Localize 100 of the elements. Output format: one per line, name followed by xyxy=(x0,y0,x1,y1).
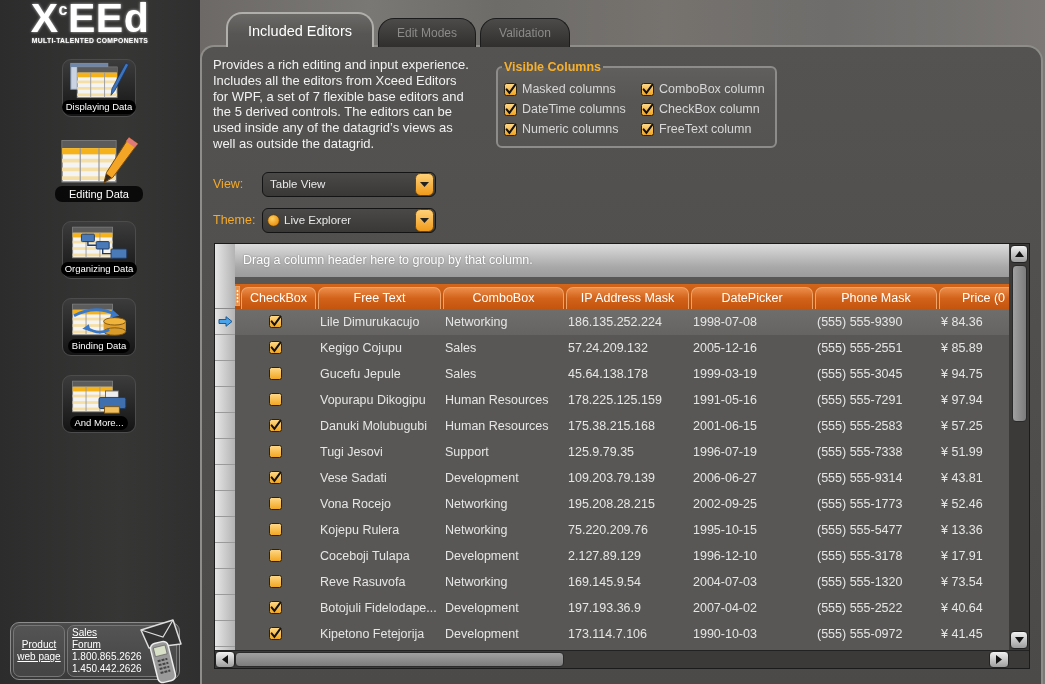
checkbox[interactable] xyxy=(504,82,517,96)
table-cell-text: (555) 555-2551 xyxy=(816,340,904,355)
checkbox[interactable] xyxy=(269,367,282,381)
column-header[interactable]: DatePicker xyxy=(691,286,813,309)
table-row[interactable]: Coceboji Tulapa Development 2.127.89.129 1996-12-10 (555) 555-3178 ¥ 17.91 xyxy=(235,542,1009,569)
group-title: Visible Columns xyxy=(503,60,602,74)
sidebar-item[interactable]: Binding Data xyxy=(62,298,136,356)
left-arrow-icon xyxy=(222,654,228,664)
checkbox[interactable] xyxy=(269,627,282,641)
table-row[interactable]: Tugi Jesovi Support 125.9.79.35 1996-07-19 (555) 555-7338 ¥ 51.99 xyxy=(235,438,1009,465)
table-cell-text: Support xyxy=(444,444,490,459)
table-cell-text: 197.193.36.9 xyxy=(567,600,642,615)
field-label: View: xyxy=(213,177,245,192)
checkbox[interactable] xyxy=(269,445,282,459)
checkbox[interactable] xyxy=(269,419,282,433)
checkbox-label: CheckBox column xyxy=(659,102,760,116)
table-cell-text: 1996-07-19 xyxy=(692,444,758,459)
column-header[interactable]: IP Address Mask xyxy=(566,286,689,309)
table-cell-text: 45.64.138.178 xyxy=(567,366,649,381)
checkbox[interactable] xyxy=(269,549,282,563)
checkbox[interactable] xyxy=(269,315,282,329)
checkbox[interactable] xyxy=(269,575,282,589)
scrollbar-thumb[interactable] xyxy=(235,651,564,667)
scroll-up-button[interactable] xyxy=(1010,244,1028,263)
table-cell-text: 2001-06-15 xyxy=(692,418,758,433)
view-dropdown[interactable]: Table View xyxy=(262,171,436,197)
table-cell-text: ¥ 51.99 xyxy=(940,444,983,459)
product-link[interactable]: Product web page xyxy=(16,639,62,663)
checkbox-label: Numeric columns xyxy=(522,122,619,136)
table-cell-text: 1991-05-16 xyxy=(692,392,758,407)
table-cell-text: (555) 555-1773 xyxy=(816,496,904,511)
table-cell-text: Danuki Molubugubi xyxy=(319,418,428,433)
table-cell-text: Kojepu Rulera xyxy=(319,522,401,537)
table-row[interactable]: Lile Dimurukacujo Networking 186.135.252.224 1998-07-08 (555) 555-9390 ¥ 84.36 xyxy=(235,308,1009,335)
checkbox[interactable] xyxy=(269,393,282,407)
mobile-phone-icon xyxy=(149,639,177,684)
scroll-left-button[interactable] xyxy=(215,650,235,668)
theme-dropdown[interactable]: Live Explorer xyxy=(262,207,436,233)
column-header[interactable]: Free Text xyxy=(318,286,441,309)
checkbox[interactable] xyxy=(269,601,282,615)
table-row[interactable]: Danuki Molubugubi Human Resources 175.38.215.168 2001-06-15 (555) 555-2583 ¥ 57.25 xyxy=(235,412,1009,439)
table-cell-text: 2006-06-27 xyxy=(692,470,758,485)
sidebar-item[interactable]: Organizing Data xyxy=(62,221,136,279)
sidebar-item[interactable]: Displaying Data xyxy=(62,59,136,117)
table-row[interactable]: Kipetono Fetejorija Development 173.114.7.106 1990-10-03 (555) 555-0972 ¥ 41.45 xyxy=(235,620,1009,647)
table-cell-text: ¥ 73.54 xyxy=(940,574,983,589)
scroll-down-button[interactable] xyxy=(1010,630,1028,649)
checkbox-label: FreeText column xyxy=(659,122,752,136)
tab[interactable]: Included Editors xyxy=(226,12,374,47)
checkbox[interactable] xyxy=(641,82,654,96)
table-cell-text: Vese Sadati xyxy=(319,470,388,485)
table-cell-text: 109.203.79.139 xyxy=(567,470,656,485)
table-cell-text: 1998-07-08 xyxy=(692,314,758,329)
checkbox[interactable] xyxy=(504,102,517,116)
table-cell-text: 1995-10-15 xyxy=(692,522,758,537)
forum-link[interactable]: Forum xyxy=(72,639,101,651)
checkbox[interactable] xyxy=(641,122,654,136)
table-cell-text: ¥ 41.45 xyxy=(940,626,983,641)
table-row[interactable]: Gucefu Jepule Sales 45.64.138.178 1999-03-19 (555) 555-3045 ¥ 94.75 xyxy=(235,360,1009,387)
checkbox[interactable] xyxy=(269,523,282,537)
table-cell-text: Botojuli Fidelodape... xyxy=(319,600,438,615)
table-row[interactable]: Kojepu Rulera Networking 75.220.209.76 1995-10-15 (555) 555-5477 ¥ 13.36 xyxy=(235,516,1009,543)
checkbox-label: ComboBox column xyxy=(659,82,765,96)
table-row[interactable]: Kegigo Cojupu Sales 57.24.209.132 2005-12-16 (555) 555-2551 ¥ 85.89 xyxy=(235,334,1009,361)
caret-icon xyxy=(415,172,434,196)
checkbox[interactable] xyxy=(641,102,654,116)
field-label: Theme: xyxy=(213,213,257,228)
column-header[interactable]: Price (0 xyxy=(939,286,1009,309)
table-cell-text: (555) 555-7338 xyxy=(816,444,904,459)
caret-icon xyxy=(415,208,434,232)
table-cell-text: 1990-10-03 xyxy=(692,626,758,641)
table-cell-text: ¥ 84.36 xyxy=(940,314,983,329)
column-header[interactable]: CheckBox xyxy=(241,286,316,309)
table-row[interactable]: Vopurapu Dikogipu Human Resources 178.225.125.159 1991-05-16 (555) 555-7291 ¥ 97.94 xyxy=(235,386,1009,413)
column-header[interactable]: Phone Mask xyxy=(815,286,937,309)
table-cell-text: Coceboji Tulapa xyxy=(319,548,411,563)
tab[interactable]: Validation xyxy=(480,18,570,47)
table-cell-text: 2002-09-25 xyxy=(692,496,758,511)
scrollbar-thumb[interactable] xyxy=(1011,264,1027,422)
table-cell-text: 173.114.7.106 xyxy=(567,626,648,641)
sidebar-item[interactable]: And More... xyxy=(62,375,136,433)
table-row[interactable]: Vona Rocejo Networking 195.208.28.215 2002-09-25 (555) 555-1773 ¥ 52.46 xyxy=(235,490,1009,517)
table-cell-text: (555) 555-9390 xyxy=(816,314,904,329)
table-cell-text: ¥ 17.91 xyxy=(940,548,983,563)
checkbox[interactable] xyxy=(269,497,282,511)
column-header[interactable]: ComboBox xyxy=(443,286,564,309)
checkbox[interactable] xyxy=(269,471,282,485)
scroll-right-button[interactable] xyxy=(989,650,1009,668)
table-cell-text: ¥ 57.25 xyxy=(940,418,983,433)
tab[interactable]: Edit Modes xyxy=(378,18,476,47)
checkbox[interactable] xyxy=(269,341,282,355)
table-row[interactable]: Vese Sadati Development 109.203.79.139 2006-06-27 (555) 555-9314 ¥ 43.81 xyxy=(235,464,1009,491)
table-cell-text: Sales xyxy=(444,340,478,355)
checkbox[interactable] xyxy=(504,122,517,136)
table-row[interactable]: Botojuli Fidelodape... Development 197.193.36.9 2007-04-02 (555) 555-2522 ¥ 40.64 xyxy=(235,594,1009,621)
table-cell-text: 195.208.28.215 xyxy=(567,496,656,511)
sidebar-item[interactable]: Editing Data xyxy=(54,136,144,202)
table-row[interactable]: Reve Rasuvofa Networking 169.145.9.54 2004-07-03 (555) 555-1320 ¥ 73.54 xyxy=(235,568,1009,595)
sales-link[interactable]: Sales xyxy=(72,627,97,639)
table-cell-text: (555) 555-9314 xyxy=(816,470,904,485)
